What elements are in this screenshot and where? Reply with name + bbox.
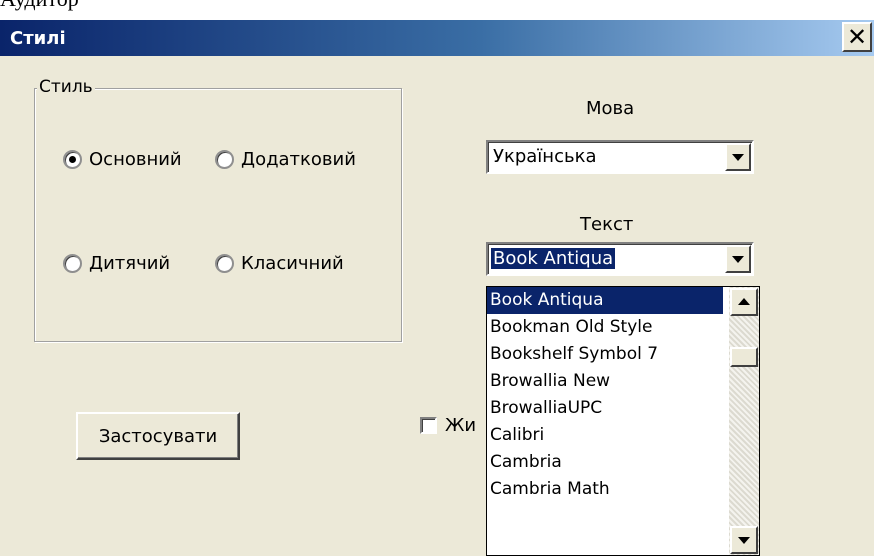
font-list-item[interactable]: Cambria Math	[487, 476, 723, 503]
apply-button-label: Застосувати	[98, 425, 218, 447]
text-font-dropdown-button[interactable]	[725, 245, 751, 273]
text-font-combobox[interactable]: Book Antiqua	[486, 242, 754, 276]
close-button[interactable]: ✕	[842, 22, 872, 52]
language-label: Мова	[586, 98, 635, 119]
radio-label: Класичний	[241, 253, 344, 274]
bold-checkbox-label: Жи	[445, 415, 477, 436]
chevron-down-icon	[732, 154, 744, 161]
font-list-scrollbar[interactable]	[729, 287, 759, 555]
radio-dodatkovyi[interactable]: Додатковий	[215, 149, 356, 170]
window-title: Стилі	[10, 28, 66, 49]
language-value: Українська	[493, 146, 597, 167]
radio-circle-icon	[63, 254, 82, 273]
font-list-item[interactable]: BrowalliaUPC	[487, 395, 723, 422]
radio-label: Додатковий	[241, 149, 356, 170]
bold-checkbox[interactable]: Жи	[420, 415, 476, 436]
text-font-value: Book Antiqua	[491, 248, 616, 269]
scroll-up-button[interactable]	[730, 288, 758, 316]
checkbox-box-icon	[420, 417, 437, 434]
apply-button[interactable]: Застосувати	[76, 412, 240, 460]
font-list-item[interactable]: Browallia New	[487, 368, 723, 395]
font-dropdown-list[interactable]: Book Antiqua Bookman Old Style Bookshelf…	[486, 286, 760, 556]
chevron-down-icon	[738, 537, 750, 544]
top-text-fragment: Аудитор	[0, 0, 79, 11]
radio-label: Дитячий	[89, 253, 171, 274]
radio-klasychnyi[interactable]: Класичний	[215, 253, 344, 274]
font-list-item[interactable]: Calibri	[487, 422, 723, 449]
scroll-thumb[interactable]	[730, 347, 758, 367]
style-group-legend: Стиль	[37, 77, 95, 97]
close-icon: ✕	[846, 23, 868, 51]
title-bar: Стилі ✕	[0, 20, 874, 56]
dialog-body: Стиль Основний Додатковий Дитячий Класич…	[0, 56, 874, 556]
radio-label: Основний	[89, 149, 182, 170]
chevron-up-icon	[738, 298, 750, 305]
font-list-item[interactable]: Cambria	[487, 449, 723, 476]
radio-circle-icon	[215, 254, 234, 273]
radio-circle-icon	[215, 150, 234, 169]
radio-dot-icon	[63, 150, 82, 169]
text-font-label: Текст	[580, 214, 634, 235]
chevron-down-icon	[732, 256, 744, 263]
scroll-down-button[interactable]	[730, 526, 758, 554]
radio-osnovnyi[interactable]: Основний	[63, 149, 182, 170]
font-list-item[interactable]: Book Antiqua	[487, 287, 723, 314]
style-groupbox: Стиль Основний Додатковий Дитячий Класич…	[34, 77, 402, 342]
font-list-item[interactable]: Bookman Old Style	[487, 314, 723, 341]
language-dropdown-button[interactable]	[725, 143, 751, 171]
font-list-item[interactable]: Bookshelf Symbol 7	[487, 341, 723, 368]
radio-dytiachyi[interactable]: Дитячий	[63, 253, 170, 274]
language-combobox[interactable]: Українська	[486, 140, 754, 174]
